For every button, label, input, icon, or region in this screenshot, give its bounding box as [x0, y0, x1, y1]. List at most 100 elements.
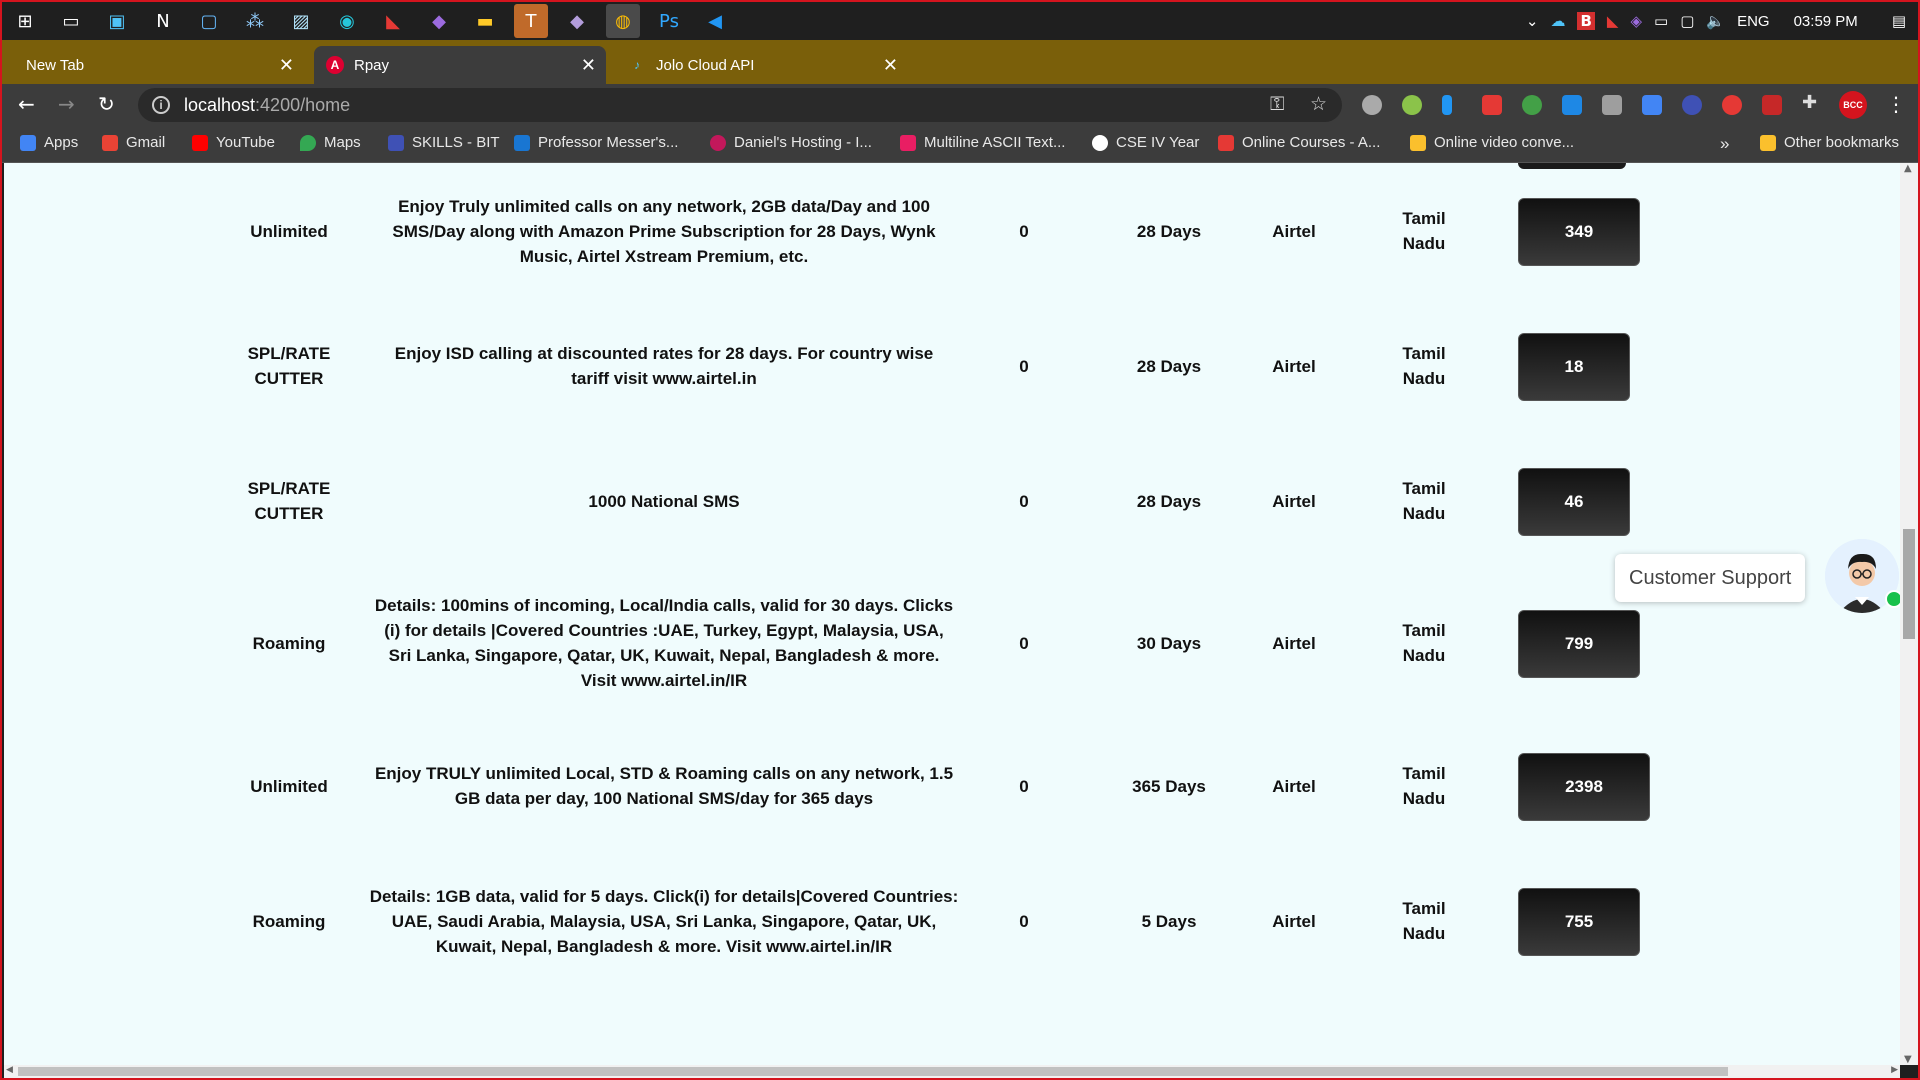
plan-validity: 5 Days	[1141, 912, 1197, 931]
chrome-icon[interactable]: ◍	[606, 4, 640, 38]
bookmark-label: CSE IV Year	[1116, 134, 1200, 151]
reload-icon[interactable]: ↻	[98, 92, 115, 116]
notification-icon[interactable]: ▤	[1892, 12, 1906, 30]
bookmark-cse-iv-year[interactable]: CSE IV Year	[1092, 134, 1199, 151]
extension-icon[interactable]	[1722, 95, 1742, 115]
profile-avatar[interactable]: BCC	[1839, 91, 1867, 119]
extension-icon[interactable]	[1562, 95, 1582, 115]
price-button[interactable]: 2398	[1518, 753, 1650, 821]
key-icon[interactable]: ⚿	[1270, 93, 1284, 115]
blackberry-icon[interactable]: ⁂	[238, 4, 272, 38]
scroll-down-arrow-icon[interactable]: ▼	[1904, 1054, 1912, 1065]
plan-circle: Tamil Nadu	[1402, 344, 1446, 388]
language-indicator[interactable]: ENG	[1737, 13, 1770, 30]
file-explorer-icon[interactable]: ▬	[468, 4, 502, 38]
bookmark-professor-messer[interactable]: Professor Messer's...	[514, 134, 678, 151]
tray-app-icon[interactable]: B	[1577, 12, 1595, 30]
visual-studio-icon[interactable]: ◆	[560, 4, 594, 38]
bookmark-youtube[interactable]: YouTube	[192, 134, 275, 151]
clock[interactable]: 03:59 PM	[1794, 13, 1858, 30]
taskbar-app-icon[interactable]: ▣	[100, 4, 134, 38]
vscode-icon[interactable]: ◀	[698, 4, 732, 38]
bookmark-star-icon[interactable]: ☆	[1310, 93, 1327, 115]
chevron-up-icon[interactable]: ⌄	[1526, 12, 1539, 30]
teams-icon[interactable]: T	[514, 4, 548, 38]
windows-start-icon[interactable]: ⊞	[8, 4, 42, 38]
scroll-left-arrow-icon[interactable]: ◀	[6, 1065, 13, 1075]
vertical-scrollbar[interactable]: ▲ ▼	[1900, 163, 1918, 1065]
taskbar-app-icon[interactable]: ▢	[192, 4, 226, 38]
table-row: SPL/RATE CUTTER Enjoy ISD calling at dis…	[4, 318, 1900, 414]
teams-tray-icon[interactable]: ◈	[1630, 12, 1642, 30]
price-button[interactable]: 755	[1518, 888, 1640, 956]
menu-dots-icon[interactable]: ⋮	[1886, 92, 1906, 116]
extension-icon[interactable]	[1442, 95, 1452, 115]
plan-type: Roaming	[252, 912, 326, 931]
extension-icon[interactable]	[1682, 95, 1702, 115]
price-button[interactable]: 799	[1518, 610, 1640, 678]
close-icon[interactable]: ✕	[279, 55, 294, 76]
bookmark-daniels-hosting[interactable]: Daniel's Hosting - I...	[710, 134, 872, 151]
price-button[interactable]: 18	[1518, 333, 1630, 401]
tray-app-icon[interactable]: ◣	[1607, 12, 1619, 30]
bookmark-maps[interactable]: Maps	[300, 134, 361, 151]
price-button[interactable]: 46	[1518, 468, 1630, 536]
horizontal-scroll-thumb[interactable]	[18, 1067, 1728, 1076]
price-button-partial[interactable]	[1518, 163, 1626, 169]
back-arrow-icon[interactable]: ←	[18, 92, 35, 116]
notion-icon[interactable]: N	[146, 4, 180, 38]
tab-jolo-cloud-api[interactable]: ♪ Jolo Cloud API ✕	[616, 46, 908, 84]
plan-validity: 30 Days	[1136, 634, 1202, 653]
onedrive-icon[interactable]: ☁	[1550, 12, 1565, 30]
puzzle-icon[interactable]: ✚	[1802, 92, 1822, 113]
tab-new-tab[interactable]: New Tab ✕	[12, 46, 304, 84]
bookmark-skills-bit[interactable]: SKILLS - BIT	[388, 134, 500, 151]
scroll-right-arrow-icon[interactable]: ▶	[1891, 1065, 1898, 1075]
edge-icon[interactable]: ◉	[330, 4, 364, 38]
bookmark-label: Apps	[44, 134, 79, 151]
bookmark-apps[interactable]: Apps	[20, 134, 78, 151]
customer-support-label[interactable]: Customer Support	[1615, 554, 1806, 602]
photos-icon[interactable]: ▨	[284, 4, 318, 38]
extension-icon[interactable]	[1482, 95, 1502, 115]
bookmark-multiline-ascii[interactable]: Multiline ASCII Text...	[900, 134, 1065, 151]
plan-operator: Airtel	[1272, 492, 1316, 511]
bookmarks-overflow-icon[interactable]: »	[1720, 134, 1729, 154]
forward-arrow-icon[interactable]: →	[58, 92, 75, 116]
taskbar-app-icon[interactable]: ◣	[376, 4, 410, 38]
bookmark-online-courses[interactable]: Online Courses - A...	[1218, 134, 1380, 151]
site-info-icon[interactable]: i	[152, 96, 170, 114]
vertical-scroll-thumb[interactable]	[1903, 529, 1915, 639]
volume-icon[interactable]: 🔈	[1706, 12, 1725, 30]
table-row: Unlimited Enjoy TRULY unlimited Local, S…	[4, 738, 1900, 834]
address-bar[interactable]: i localhost :4200/home ⚿ ☆	[138, 88, 1342, 122]
extension-icon[interactable]	[1522, 95, 1542, 115]
battery-icon[interactable]: ▭	[1654, 12, 1668, 30]
horizontal-scrollbar[interactable]: ◀ ▶	[4, 1065, 1900, 1078]
jolo-icon: ♪	[634, 58, 640, 72]
visual-studio-icon[interactable]: ◆	[422, 4, 456, 38]
other-bookmarks[interactable]: Other bookmarks	[1760, 134, 1899, 151]
close-icon[interactable]: ✕	[883, 55, 898, 76]
tab-rpay[interactable]: A Rpay ✕	[314, 46, 606, 84]
extension-icon[interactable]	[1362, 95, 1382, 115]
drive-icon[interactable]	[1602, 95, 1622, 115]
bookmark-online-video[interactable]: Online video conve...	[1410, 134, 1574, 151]
plan-talktime: 0	[1019, 912, 1029, 931]
translate-icon[interactable]	[1642, 95, 1662, 115]
close-icon[interactable]: ✕	[581, 55, 596, 76]
plan-validity: 28 Days	[1136, 357, 1202, 376]
bookmarks-bar: Apps Gmail YouTube Maps SKILLS - BIT Pro…	[2, 126, 1918, 163]
price-button[interactable]: 349	[1518, 198, 1640, 266]
task-view-icon[interactable]: ▭	[54, 4, 88, 38]
extension-icon[interactable]	[1762, 95, 1782, 115]
table-row: Roaming Details: 100mins of incoming, Lo…	[4, 595, 1900, 691]
screen: ⊞ ▭ ▣ N ▢ ⁂ ▨ ◉ ◣ ◆ ▬ T ◆ ◍ Ps ◀ ⌄ ☁ B ◣…	[0, 0, 1920, 1080]
bookmark-gmail[interactable]: Gmail	[102, 134, 165, 151]
photoshop-icon[interactable]: Ps	[652, 4, 686, 38]
plan-talktime: 0	[1019, 357, 1029, 376]
bookmark-label: Multiline ASCII Text...	[924, 134, 1066, 151]
scroll-up-arrow-icon[interactable]: ▲	[1904, 163, 1912, 174]
network-icon[interactable]: ▢	[1680, 12, 1694, 30]
extension-icon[interactable]	[1402, 95, 1422, 115]
